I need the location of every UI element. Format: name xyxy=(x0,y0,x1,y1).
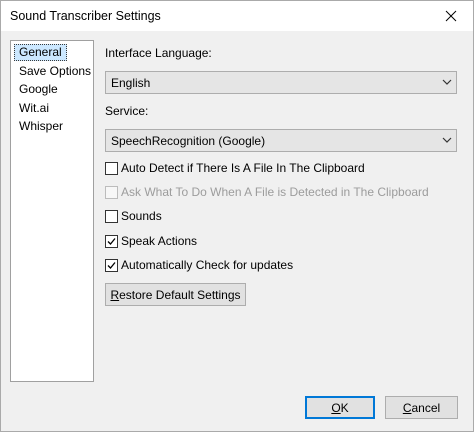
window-title: Sound Transcriber Settings xyxy=(10,9,161,23)
chevron-down-icon xyxy=(442,137,452,143)
auto-detect-checkbox[interactable] xyxy=(105,162,118,175)
ok-label: K xyxy=(340,400,349,415)
restore-defaults-mnemonic: R xyxy=(110,287,120,302)
cancel-label: ancel xyxy=(411,400,441,415)
checkmark-icon xyxy=(107,262,116,269)
sidebar-item-whisper[interactable]: Whisper xyxy=(14,118,68,135)
interface-language-label: Interface Language: xyxy=(105,46,212,60)
interface-language-select[interactable]: English xyxy=(105,71,457,94)
close-icon xyxy=(445,10,457,22)
sounds-checkbox[interactable] xyxy=(105,210,118,223)
check-updates-checkbox[interactable] xyxy=(105,259,118,272)
ask-what-to-do-checkbox xyxy=(105,186,118,199)
service-value: SpeechRecognition (Google) xyxy=(111,134,266,148)
ask-what-to-do-label: Ask What To Do When A File is Detected i… xyxy=(121,185,429,199)
sidebar-item-save-options[interactable]: Save Options xyxy=(14,63,96,80)
speak-actions-checkbox[interactable] xyxy=(105,235,118,248)
service-select[interactable]: SpeechRecognition (Google) xyxy=(105,129,457,152)
ok-button[interactable]: OK xyxy=(305,396,375,419)
cancel-mnemonic: C xyxy=(402,400,412,415)
chevron-down-icon xyxy=(442,79,452,85)
sounds-label[interactable]: Sounds xyxy=(121,209,162,224)
speak-actions-label[interactable]: Speak Actions xyxy=(121,234,197,249)
sidebar-item-wit-ai[interactable]: Wit.ai xyxy=(14,100,54,117)
settings-category-list[interactable]: General Save Options Google Wit.ai Whisp… xyxy=(10,40,94,382)
check-updates-label[interactable]: Automatically Check for updates xyxy=(121,258,293,273)
settings-dialog: Sound Transcriber Settings General Save … xyxy=(0,0,474,432)
ok-mnemonic: O xyxy=(331,400,341,415)
checkmark-icon xyxy=(107,238,116,245)
title-bar: Sound Transcriber Settings xyxy=(1,1,473,31)
sidebar-item-general[interactable]: General xyxy=(14,44,67,61)
auto-detect-label[interactable]: Auto Detect if There Is A File In The Cl… xyxy=(121,161,365,176)
cancel-button[interactable]: Cancel xyxy=(385,396,458,419)
close-button[interactable] xyxy=(429,1,473,31)
restore-defaults-button[interactable]: Restore Default Settings xyxy=(105,283,246,306)
sidebar-item-google[interactable]: Google xyxy=(14,81,63,98)
service-label: Service: xyxy=(105,104,149,118)
interface-language-value: English xyxy=(111,76,151,90)
restore-defaults-label: estore Default Settings xyxy=(119,287,241,302)
